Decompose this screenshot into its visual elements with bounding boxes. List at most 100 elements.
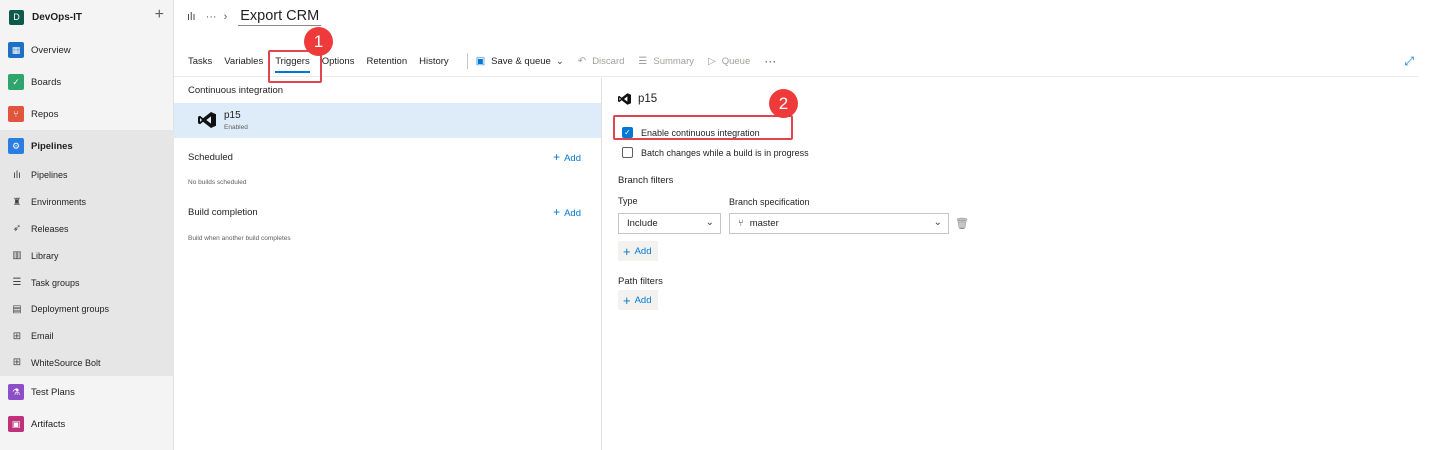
repos-icon: ⑂ [8,106,24,122]
sub-label: Releases [31,223,69,234]
summary-button[interactable]: ☰ Summary [638,56,694,67]
save-icon: ▣ [475,55,486,67]
boards-icon: ✓ [8,74,24,90]
sidebar: D DevOps-IT + ▦ Overview ✓ Boards ⑂ Repo… [0,0,174,450]
plus-icon: + [553,150,561,164]
queue-label: Queue [721,55,751,67]
add-label: Add [564,208,581,219]
summary-label: Summary [653,55,695,67]
whitesource-icon: ⊞ [12,357,22,369]
play-icon: ▷ [708,55,716,67]
filter-type-select[interactable]: Include ⌄ [618,213,721,234]
task-groups-icon: ☰ [12,277,22,289]
org-name[interactable]: DevOps-IT [32,12,82,23]
add-label: Add [634,294,652,306]
nav-item-pipelines[interactable]: ⚙ Pipelines [0,130,174,162]
triggers-list-panel: Continuous integration p15 Enabled Sched… [174,78,602,450]
nav-item-overview[interactable]: ▦ Overview [0,34,174,66]
nav-item-test-plans[interactable]: ⚗ Test Plans [0,376,174,408]
chevron-down-icon: ⌄ [705,217,714,228]
org-header[interactable]: D DevOps-IT + [0,0,174,34]
branch-spec-label: Branch specification [729,197,810,207]
queue-button[interactable]: ▷ Queue [708,56,750,67]
discard-label: Discard [592,55,625,67]
sub-label: Email [31,331,54,342]
pipelines-sub-icon: ılı [13,169,21,181]
test-plans-icon: ⚗ [8,384,24,401]
add-label: Add [634,245,652,257]
toolbar-divider [466,53,468,69]
scheduled-section-header: Scheduled [188,152,233,163]
sub-item-email[interactable]: ⊞ Email [0,323,174,350]
more-actions-icon[interactable]: ··· [764,54,776,68]
batch-changes-checkbox[interactable]: Batch changes while a build is in progre… [622,147,809,158]
add-label: Add [564,153,581,164]
tab-variables[interactable]: Variables [224,46,263,77]
plus-icon: + [553,205,561,219]
nav-item-boards[interactable]: ✓ Boards [0,66,174,98]
trigger-title-text: p15 [638,93,658,105]
add-path-filter-button[interactable]: + Add [618,290,658,310]
sub-label: WhiteSource Bolt [31,357,101,368]
trigger-details-title: p15 [618,93,657,105]
nav-list: ▦ Overview ✓ Boards ⑂ Repos ⚙ Pipelines … [0,34,174,440]
build-completion-note: Build when another build completes [188,235,291,242]
nav-item-artifacts[interactable]: ▣ Artifacts [0,408,174,440]
plus-icon: + [623,243,631,259]
add-branch-filter-button[interactable]: + Add [618,241,658,261]
save-queue-button[interactable]: ▣ Save & queue ⌄ [476,56,564,67]
library-icon: ▥ [12,250,22,262]
environments-icon: ♜ [12,196,22,208]
sub-item-pipelines[interactable]: ılı Pipelines [0,162,174,189]
ci-trigger-row[interactable]: p15 Enabled [174,103,601,138]
plus-icon[interactable]: + [155,7,164,23]
callout-badge-1: 1 [304,27,333,56]
nav-item-repos[interactable]: ⑂ Repos [0,98,174,130]
expand-icon[interactable]: ⤢ [1404,54,1414,69]
sub-item-whitesource[interactable]: ⊞ WhiteSource Bolt [0,350,174,377]
tab-retention[interactable]: Retention [366,46,407,77]
sub-item-task-groups[interactable]: ☰ Task groups [0,269,174,296]
filter-type-value: Include [627,218,658,229]
delete-filter-icon[interactable]: 🗑 [955,217,969,230]
checkbox-box [622,147,633,158]
org-avatar: D [9,9,24,25]
page-header: ılı ··· › Export CRM [174,0,1432,34]
callout-badge-2: 2 [769,89,798,118]
sub-item-library[interactable]: ▥ Library [0,242,174,269]
tab-history[interactable]: History [419,46,449,77]
chevron-right-icon: › [223,11,228,23]
tab-tasks[interactable]: Tasks [188,46,212,77]
discard-button[interactable]: ↶ Discard [578,56,625,67]
pipeline-icon: ılı [187,11,196,23]
toolbar: Tasks Variables Triggers Options Retenti… [174,46,1418,77]
nav-label: Pipelines [31,140,73,152]
pipeline-title-input[interactable]: Export CRM [238,8,322,26]
plus-icon: + [623,292,631,308]
branch-filters-header: Branch filters [618,175,674,186]
build-completion-header: Build completion [188,207,258,218]
nav-label: Overview [31,44,71,56]
email-icon: ⊞ [12,330,22,342]
releases-icon: ➶ [12,223,22,235]
sub-label: Task groups [31,277,80,288]
add-build-completion-button[interactable]: + Add [553,205,581,219]
ci-trigger-name: p15 [224,110,241,121]
sub-label: Library [31,250,59,261]
breadcrumb-more[interactable]: ··· [206,11,217,23]
list-icon: ☰ [638,55,648,67]
visual-studio-icon [198,112,216,128]
overview-icon: ▦ [8,42,24,58]
sub-label: Pipelines [31,170,68,181]
type-label: Type [618,196,638,206]
branch-icon: ⑂ [738,218,744,229]
nav-label: Artifacts [31,418,66,430]
sub-item-releases[interactable]: ➶ Releases [0,216,174,243]
pipelines-submenu: ılı Pipelines ♜ Environments ➶ Releases … [0,162,174,377]
branch-spec-select[interactable]: ⑂ master ⌄ [729,213,949,234]
sub-label: Environments [31,197,87,208]
sub-item-deployment-groups[interactable]: ▤ Deployment groups [0,296,174,323]
sub-item-environments[interactable]: ♜ Environments [0,189,174,216]
add-schedule-button[interactable]: + Add [553,150,581,164]
scheduled-note: No builds scheduled [188,179,247,186]
